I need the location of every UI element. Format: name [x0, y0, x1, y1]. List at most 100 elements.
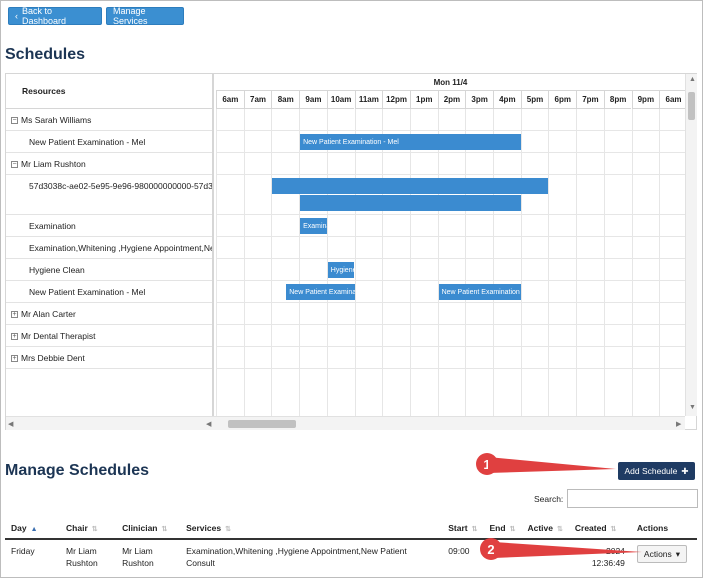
- hour-header: 6am: [216, 91, 244, 109]
- vertical-scroll-thumb[interactable]: [688, 92, 695, 120]
- hour-header: 1pm: [409, 91, 438, 109]
- grid-line: [437, 109, 439, 416]
- resource-group-row[interactable]: + Mr Dental Therapist: [6, 325, 212, 347]
- manage-schedules-title: Manage Schedules: [5, 462, 150, 479]
- schedule-event[interactable]: [300, 195, 521, 211]
- column-header-services[interactable]: Services ⇅: [180, 517, 443, 540]
- grid-line: [216, 280, 685, 281]
- resource-label: Hygiene Clean: [29, 264, 85, 275]
- resource-group-row[interactable]: + Mr Alan Carter: [6, 303, 212, 325]
- column-header-created[interactable]: Created ⇅: [568, 517, 631, 540]
- cell-services: Examination,Whitening ,Hygiene Appointme…: [186, 546, 407, 568]
- sort-icon[interactable]: ⇅: [510, 526, 516, 533]
- grid-line: [354, 109, 356, 416]
- column-header-day[interactable]: Day ▲: [5, 517, 61, 540]
- resource-row: Hygiene Clean: [6, 259, 212, 281]
- grid-line: [216, 214, 685, 215]
- grid-line: [576, 109, 578, 416]
- resource-label: Mr Liam Rushton: [21, 158, 86, 169]
- grid-line: [216, 368, 685, 369]
- manage-services-label: Manage Services: [113, 6, 148, 26]
- sort-icon[interactable]: ⇅: [162, 526, 168, 533]
- grid-line: [271, 109, 273, 416]
- manage-services-button[interactable]: Manage Services: [106, 6, 184, 26]
- column-header-actions[interactable]: Actions: [630, 517, 697, 540]
- hour-header: 7am: [243, 91, 272, 109]
- resource-row: Examination: [6, 215, 212, 237]
- sort-icon[interactable]: ⇅: [472, 526, 478, 533]
- annotation-arrow-1: [488, 457, 616, 473]
- scroll-right-icon[interactable]: ▶: [676, 420, 681, 428]
- resource-label: Examination: [29, 220, 76, 231]
- sort-icon[interactable]: ⇅: [225, 526, 231, 533]
- column-header-chair[interactable]: Chair ⇅: [60, 517, 117, 540]
- search-input[interactable]: [567, 489, 698, 508]
- grid-line: [465, 109, 467, 416]
- grid-line: [659, 109, 661, 416]
- resource-label: New Patient Examination - Mel: [29, 286, 146, 297]
- grid-line: [520, 109, 522, 416]
- expand-icon[interactable]: +: [11, 332, 18, 340]
- scroll-left-icon[interactable]: ◀: [206, 420, 211, 428]
- actions-dropdown-button[interactable]: Actions ▾: [636, 545, 688, 563]
- collapse-icon[interactable]: −: [11, 116, 18, 124]
- grid-line: [382, 109, 384, 416]
- hour-header: 7pm: [576, 91, 604, 109]
- grid-line: [216, 109, 217, 416]
- horizontal-scroll-thumb[interactable]: [228, 420, 296, 428]
- scroll-up-icon[interactable]: ▲: [689, 76, 696, 83]
- collapse-icon[interactable]: −: [11, 160, 18, 168]
- hour-header: 8pm: [603, 91, 632, 109]
- resource-group-row[interactable]: + Mrs Debbie Dent: [6, 347, 212, 369]
- resources-column: Resources − Ms Sarah Williams New Patient …: [6, 74, 214, 416]
- schedule-event[interactable]: New Patient Examination - Mel: [300, 134, 521, 150]
- hour-header: 4pm: [493, 91, 521, 109]
- timeline-grid[interactable]: Mon 11/4 6am 7am 8am 9am 10am 11am 12pm 1pm 2pm 3…: [216, 74, 685, 416]
- resource-group-row[interactable]: − Ms Sarah Williams: [6, 109, 212, 131]
- grid-line: [216, 130, 685, 131]
- column-header-label: End: [489, 522, 506, 533]
- cell-start: 09:00: [448, 546, 470, 556]
- column-header-label: Created: [574, 522, 607, 533]
- column-header-clinician[interactable]: Clinician ⇅: [116, 517, 181, 540]
- expand-icon[interactable]: +: [11, 310, 18, 318]
- search-label: Search:: [534, 494, 564, 504]
- table-header-row: Day ▲ Chair ⇅ Clinician ⇅ Services ⇅ Start ⇅ End ⇅ A…: [5, 517, 697, 540]
- schedule-event[interactable]: Examination: [300, 218, 327, 234]
- hour-header: 11am: [354, 91, 383, 109]
- resource-row: Examination,Whitening ,Hygiene Appointme…: [6, 237, 212, 259]
- scroll-left-icon[interactable]: ◀: [8, 420, 13, 428]
- sort-icon[interactable]: ⇅: [92, 526, 98, 533]
- resource-label: Mr Dental Therapist: [21, 330, 96, 341]
- column-header-label: Start: [448, 522, 468, 533]
- grid-line: [216, 302, 685, 303]
- schedule-event[interactable]: New Patient Examination: [438, 284, 521, 300]
- resource-group-row[interactable]: − Mr Liam Rushton: [6, 153, 212, 175]
- plus-icon: ✚: [681, 465, 689, 476]
- sort-icon[interactable]: ⇅: [557, 526, 563, 533]
- add-schedule-button[interactable]: Add Schedule ✚: [618, 462, 695, 480]
- column-header-end[interactable]: End ⇅: [483, 517, 522, 540]
- column-header-active[interactable]: Active ⇅: [521, 517, 569, 540]
- sort-icon[interactable]: ▲: [31, 526, 38, 533]
- vertical-scrollbar[interactable]: ▲ ▼: [685, 74, 697, 416]
- grid-line: [631, 109, 633, 416]
- back-to-dashboard-button[interactable]: ‹ Back to Dashboard: [8, 6, 102, 26]
- column-header-start[interactable]: Start ⇅: [442, 517, 484, 540]
- sort-icon[interactable]: ⇅: [611, 526, 617, 533]
- schedule-event[interactable]: [272, 178, 549, 194]
- hour-header: 9am: [299, 91, 327, 109]
- grid-line: [216, 236, 685, 237]
- schedule-event[interactable]: New Patient Examination: [286, 284, 355, 300]
- resource-row: 57d3038c-ae02-5e95-9e96-980000000000-57d…: [6, 175, 212, 215]
- horizontal-scrollbar[interactable]: ◀ ◀ ▶: [6, 416, 685, 430]
- scheduler: Resources − Ms Sarah Williams New Patient …: [5, 73, 697, 430]
- expand-icon[interactable]: +: [11, 354, 18, 362]
- grid-line: [216, 152, 685, 153]
- scroll-down-icon[interactable]: ▼: [689, 404, 696, 411]
- column-header-label: Clinician: [122, 522, 158, 533]
- schedule-event[interactable]: Hygiene Clean: [327, 262, 355, 278]
- grid-line: [216, 324, 685, 325]
- add-schedule-label: Add Schedule: [624, 466, 678, 476]
- schedules-title: Schedules: [5, 46, 86, 63]
